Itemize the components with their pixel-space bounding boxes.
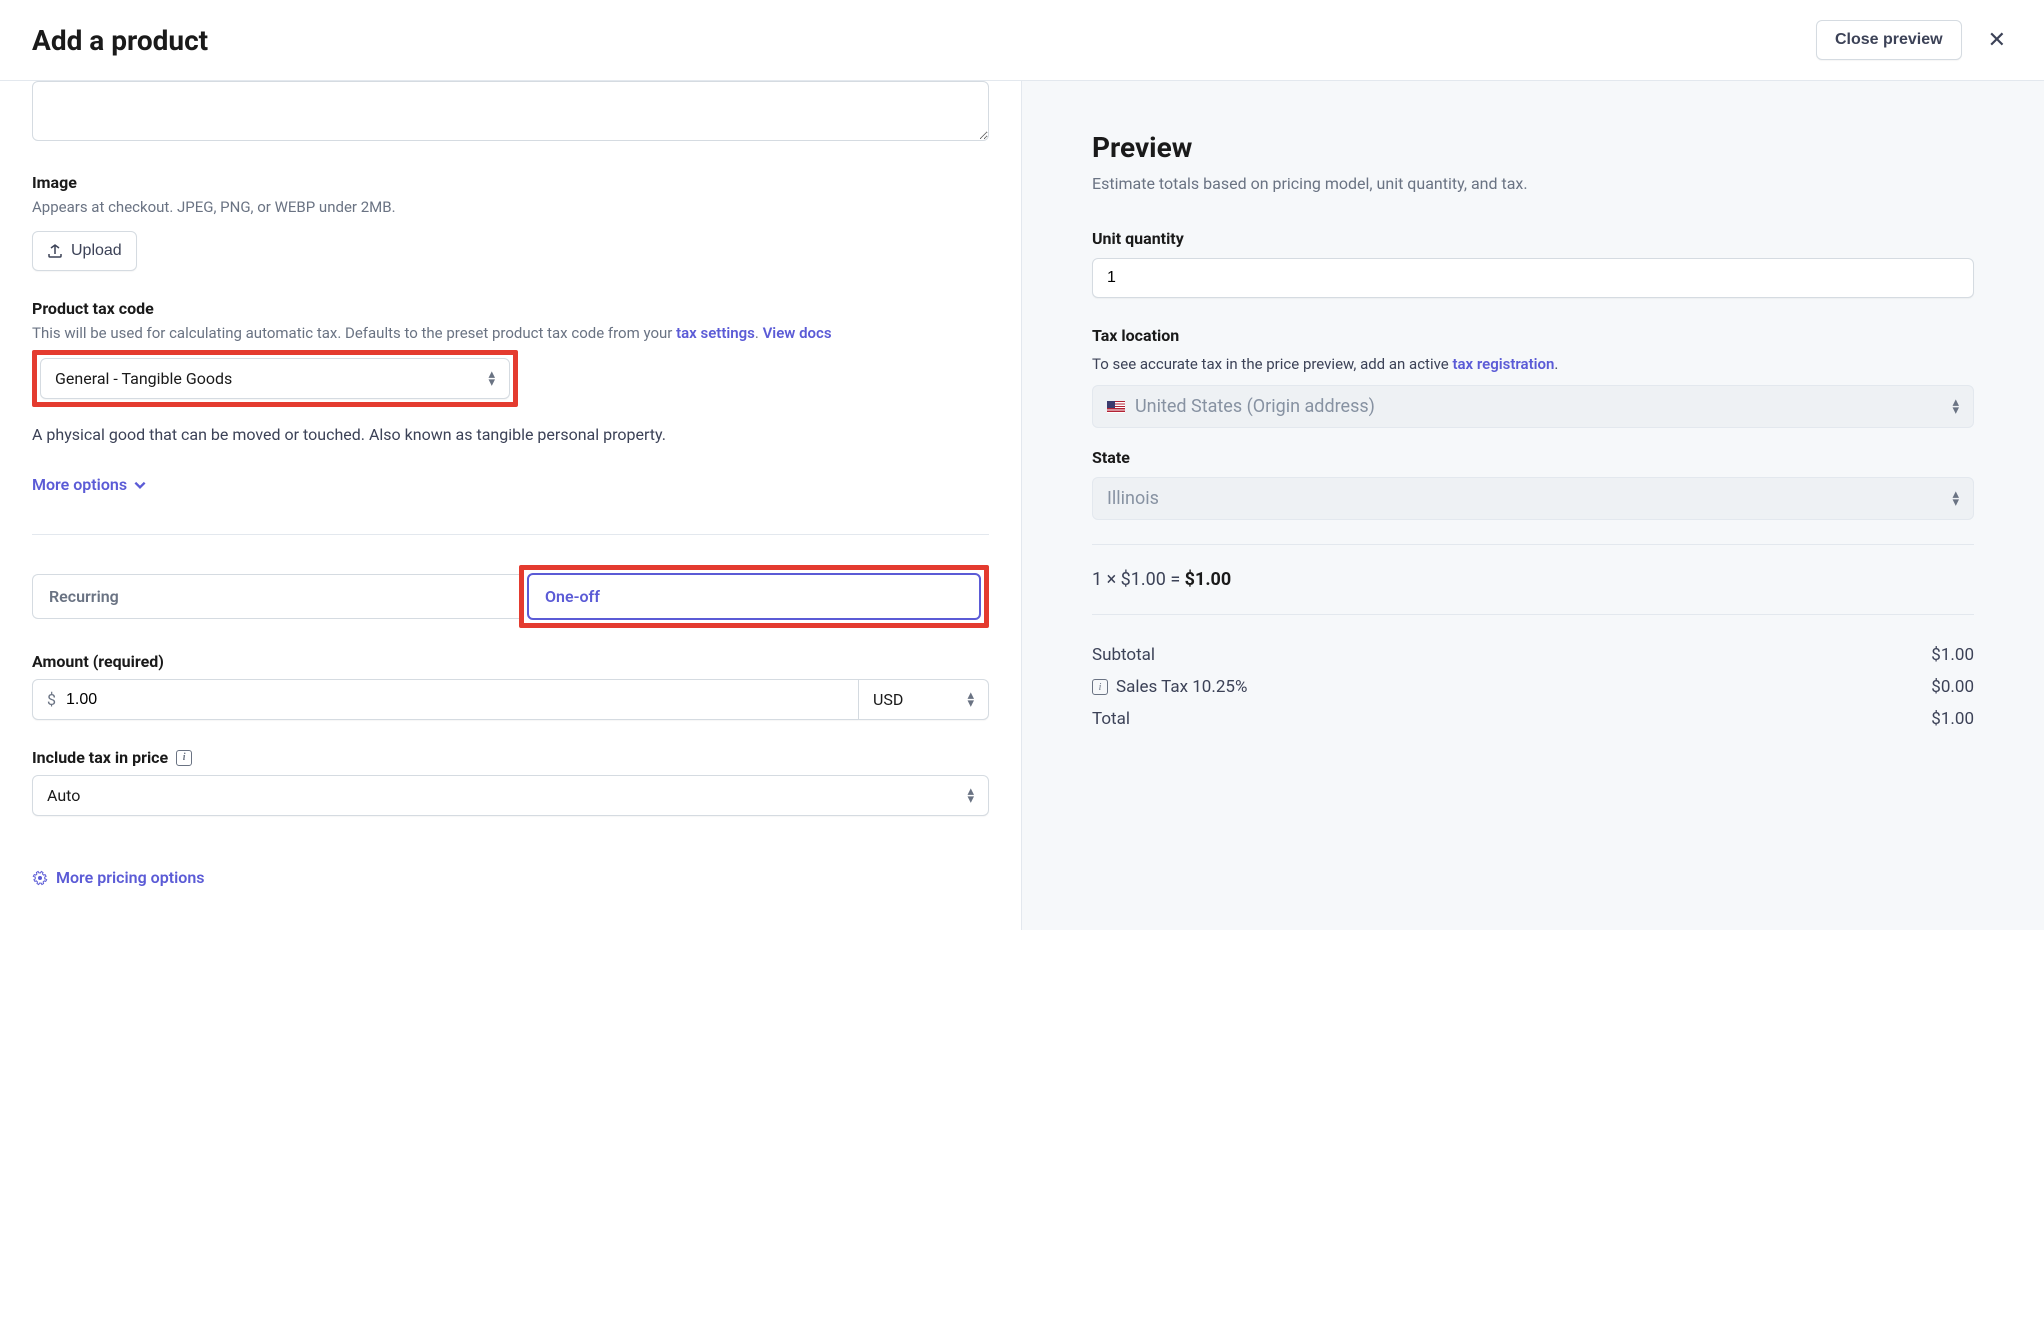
include-tax-field-group: Include tax in price i Auto ▴▾ xyxy=(32,748,989,816)
divider xyxy=(32,534,989,535)
gear-icon xyxy=(32,870,48,886)
divider xyxy=(1092,614,1974,615)
state-value: Illinois xyxy=(1107,488,1942,509)
form-panel: Image Appears at checkout. JPEG, PNG, or… xyxy=(0,81,1022,930)
tax-code-label: Product tax code xyxy=(32,299,989,318)
amount-input[interactable] xyxy=(66,691,844,709)
country-select[interactable]: United States (Origin address) ▴▾ xyxy=(1092,385,1974,428)
image-label: Image xyxy=(32,173,989,192)
amount-field-group: Amount (required) $ USD ▴▾ xyxy=(32,652,989,720)
sales-tax-row: i Sales Tax 10.25% $0.00 xyxy=(1092,671,1974,703)
amount-label: Amount (required) xyxy=(32,652,989,671)
country-value: United States (Origin address) xyxy=(1135,396,1942,417)
more-options-toggle[interactable]: More options xyxy=(32,475,147,494)
include-tax-label: Include tax in price i xyxy=(32,748,989,767)
sales-tax-value: $0.00 xyxy=(1931,677,1974,697)
close-icon[interactable]: ✕ xyxy=(1982,22,2012,59)
subtotal-label: Subtotal xyxy=(1092,645,1155,665)
tax-code-select[interactable]: General - Tangible Goods ▴▾ xyxy=(40,358,510,399)
unit-qty-input[interactable] xyxy=(1092,258,1974,298)
preview-title: Preview xyxy=(1092,131,1974,164)
include-tax-value: Auto xyxy=(47,786,967,805)
chevron-down-icon xyxy=(133,478,147,492)
tax-code-highlight: General - Tangible Goods ▴▾ xyxy=(32,350,518,407)
flag-us-icon xyxy=(1107,401,1125,413)
state-label: State xyxy=(1092,448,1974,467)
subtotal-value: $1.00 xyxy=(1931,645,1974,665)
more-options-label: More options xyxy=(32,475,127,494)
header-actions: Close preview ✕ xyxy=(1816,20,2012,60)
close-preview-button[interactable]: Close preview xyxy=(1816,20,1962,60)
upload-label: Upload xyxy=(71,242,122,260)
total-row: Total $1.00 xyxy=(1092,703,1974,735)
pricing-type-tabs: Recurring One-off xyxy=(32,565,989,628)
calculation-line: 1 × $1.00 = $1.00 xyxy=(1092,569,1974,590)
info-icon[interactable]: i xyxy=(176,750,192,766)
include-tax-select[interactable]: Auto ▴▾ xyxy=(32,775,989,816)
state-select[interactable]: Illinois ▴▾ xyxy=(1092,477,1974,520)
page-title: Add a product xyxy=(32,24,208,57)
tax-settings-link[interactable]: tax settings xyxy=(676,324,755,342)
upload-button[interactable]: Upload xyxy=(32,231,137,271)
tax-code-value: General - Tangible Goods xyxy=(55,369,488,388)
more-pricing-label: More pricing options xyxy=(56,868,204,887)
total-label: Total xyxy=(1092,709,1130,729)
chevron-updown-icon: ▴▾ xyxy=(488,371,495,387)
chevron-updown-icon: ▴▾ xyxy=(1952,399,1959,415)
tab-oneoff-highlight: One-off xyxy=(519,565,989,628)
tax-registration-link[interactable]: tax registration xyxy=(1452,355,1554,373)
page-header: Add a product Close preview ✕ xyxy=(0,0,2044,81)
chevron-updown-icon: ▴▾ xyxy=(1952,491,1959,507)
currency-symbol: $ xyxy=(47,690,56,709)
tax-location-label: Tax location xyxy=(1092,326,1974,345)
chevron-updown-icon: ▴▾ xyxy=(967,692,974,708)
preview-panel: Preview Estimate totals based on pricing… xyxy=(1022,81,2044,930)
tab-recurring[interactable]: Recurring xyxy=(32,574,519,619)
amount-input-wrap[interactable]: $ xyxy=(32,679,859,720)
image-field-group: Image Appears at checkout. JPEG, PNG, or… xyxy=(32,173,989,271)
sales-tax-label: Sales Tax 10.25% xyxy=(1116,677,1247,697)
currency-value: USD xyxy=(873,690,967,709)
description-textarea[interactable] xyxy=(32,81,989,141)
preview-description: Estimate totals based on pricing model, … xyxy=(1092,174,1974,193)
tab-one-off[interactable]: One-off xyxy=(527,573,981,620)
total-value: $1.00 xyxy=(1931,709,1974,729)
tax-code-field-group: Product tax code This will be used for c… xyxy=(32,299,989,448)
tax-code-description: A physical good that can be moved or tou… xyxy=(32,423,989,447)
more-pricing-options-button[interactable]: More pricing options xyxy=(32,868,204,887)
tax-code-help: This will be used for calculating automa… xyxy=(32,322,989,345)
chevron-updown-icon: ▴▾ xyxy=(967,788,974,804)
tax-location-help: To see accurate tax in the price preview… xyxy=(1092,355,1974,373)
unit-qty-label: Unit quantity xyxy=(1092,229,1974,248)
upload-icon xyxy=(47,243,63,259)
view-docs-link[interactable]: View docs xyxy=(763,324,832,342)
divider xyxy=(1092,544,1974,545)
image-help: Appears at checkout. JPEG, PNG, or WEBP … xyxy=(32,196,989,219)
subtotal-row: Subtotal $1.00 xyxy=(1092,639,1974,671)
currency-select[interactable]: USD ▴▾ xyxy=(859,679,989,720)
info-icon[interactable]: i xyxy=(1092,679,1108,695)
